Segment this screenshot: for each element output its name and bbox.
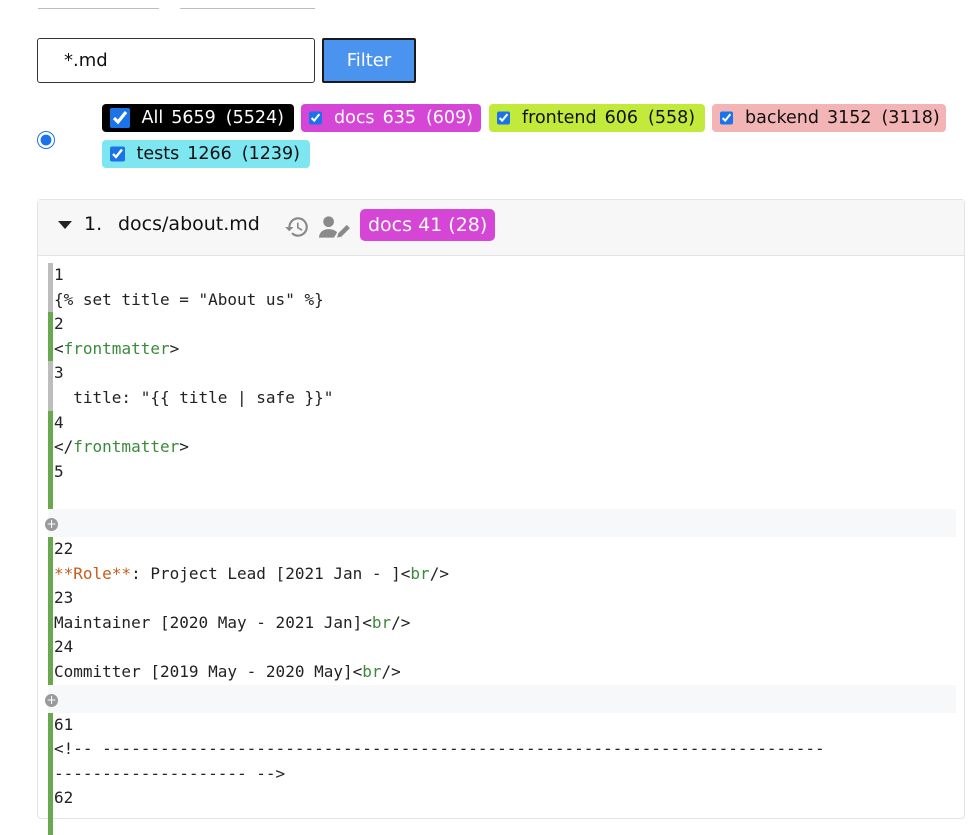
user-edit-icon[interactable] [319, 214, 351, 244]
code-tag: frontmatter [64, 339, 170, 358]
tab-underline-2[interactable] [180, 8, 315, 9]
caret-down-icon[interactable] [58, 221, 72, 229]
code-line [48, 811, 956, 835]
group-count: 606 [605, 108, 638, 128]
code-text: /> [382, 662, 401, 681]
code-text: < [54, 339, 64, 358]
code-text: > [170, 339, 180, 358]
filter-row: Filter [37, 38, 416, 83]
file-index: 1. [84, 213, 102, 235]
code-line: {% set title = "About us" %} [48, 288, 956, 313]
plus-circle-icon[interactable]: + [45, 518, 58, 531]
code-hunk: 61<!-- ---------------------------------… [48, 713, 956, 835]
code-text: <!-- -----------------------------------… [54, 739, 825, 758]
group-radio[interactable] [37, 131, 55, 149]
hunk-separator: + [48, 509, 956, 537]
code-line: Committer [2019 May - 2020 May]<br/> [48, 660, 956, 685]
group-name: backend [745, 108, 819, 128]
code-line: **Role**: Project Lead [2021 Jan - ]<br/… [48, 562, 956, 587]
code-view: 1{% set title = "About us" %}2<frontmatt… [48, 263, 956, 835]
group-subcount: (3118) [881, 108, 939, 128]
code-text: /> [430, 564, 449, 583]
line-number: 22 [48, 537, 956, 562]
code-tag: br [372, 613, 391, 632]
group-count: 5659 [171, 108, 216, 128]
code-tag: br [410, 564, 429, 583]
plus-circle-icon[interactable]: + [45, 694, 58, 707]
group-chip-frontend[interactable]: frontend 606 (558) [489, 104, 705, 132]
file-path[interactable]: docs/about.md [118, 213, 260, 235]
code-line: <frontmatter> [48, 337, 956, 362]
group-count: 635 [383, 108, 416, 128]
group-name: frontend [522, 108, 597, 128]
group-name: All [142, 108, 164, 128]
code-text: > [179, 437, 189, 456]
line-number: 4 [48, 411, 956, 436]
code-line: Maintainer [2020 May - 2021 Jan]<br/> [48, 611, 956, 636]
group-checkbox[interactable] [110, 108, 130, 128]
line-number: 23 [48, 586, 956, 611]
group-checkbox[interactable] [309, 108, 322, 128]
code-tag: frontmatter [73, 437, 179, 456]
tab-underline-1[interactable] [38, 8, 159, 9]
hunk-separator: + [48, 685, 956, 713]
code-line: </frontmatter> [48, 435, 956, 460]
code-text: Committer [2019 May - 2020 May]< [54, 662, 362, 681]
line-number: 3 [48, 361, 956, 386]
group-subcount: (558) [648, 108, 695, 128]
code-hunk: 22**Role**: Project Lead [2021 Jan - ]<b… [48, 537, 956, 685]
group-chip-tests[interactable]: tests 1266 (1239) [102, 140, 310, 168]
group-subcount: (1239) [242, 144, 300, 164]
line-number: 24 [48, 635, 956, 660]
code-text: </ [54, 437, 73, 456]
group-chip-backend[interactable]: backend 3152 (3118) [712, 104, 946, 132]
line-number: 62 [48, 786, 956, 811]
code-text: Maintainer [2020 May - 2021 Jan]< [54, 613, 372, 632]
group-checkbox[interactable] [720, 108, 733, 128]
group-chip-All[interactable]: All 5659 (5524) [102, 104, 294, 132]
group-count: 1266 [187, 144, 232, 164]
group-chip-docs[interactable]: docs 635 (609) [301, 104, 481, 132]
code-tag: br [362, 662, 381, 681]
filter-button[interactable]: Filter [322, 38, 416, 83]
group-name: docs [334, 108, 375, 128]
group-checkbox[interactable] [110, 144, 125, 164]
code-line [48, 484, 956, 509]
code-text: -------------------- --> [54, 764, 285, 783]
group-count: 3152 [827, 108, 872, 128]
group-subcount: (5524) [226, 108, 284, 128]
line-number: 1 [48, 263, 956, 288]
code-hunk: 1{% set title = "About us" %}2<frontmatt… [48, 263, 956, 509]
line-number: 2 [48, 312, 956, 337]
file-panel: 1. docs/about.md docs 41 (28) 1 {% set ti… [37, 199, 965, 819]
file-group-badge: docs 41 (28) [360, 209, 495, 241]
code-line: title: "{{ title | safe }}" [48, 386, 956, 411]
code-text: /> [391, 613, 410, 632]
code-line: -------------------- --> [48, 762, 956, 787]
line-number: 61 [48, 713, 956, 738]
code-text: : Project Lead [2021 Jan - ]< [131, 564, 410, 583]
filter-input[interactable] [37, 38, 315, 83]
group-checkbox[interactable] [497, 108, 510, 128]
code-markdown: **Role** [54, 564, 131, 583]
group-subcount: (609) [426, 108, 473, 128]
code-text: {% set title = "About us" %} [54, 290, 324, 309]
file-header[interactable]: 1. docs/about.md docs 41 (28) [38, 200, 964, 256]
group-name: tests [137, 144, 180, 164]
history-icon[interactable] [284, 214, 310, 244]
code-text: title: "{{ title | safe }}" [54, 388, 333, 407]
line-number: 5 [48, 460, 956, 485]
code-line: <!-- -----------------------------------… [48, 737, 956, 762]
